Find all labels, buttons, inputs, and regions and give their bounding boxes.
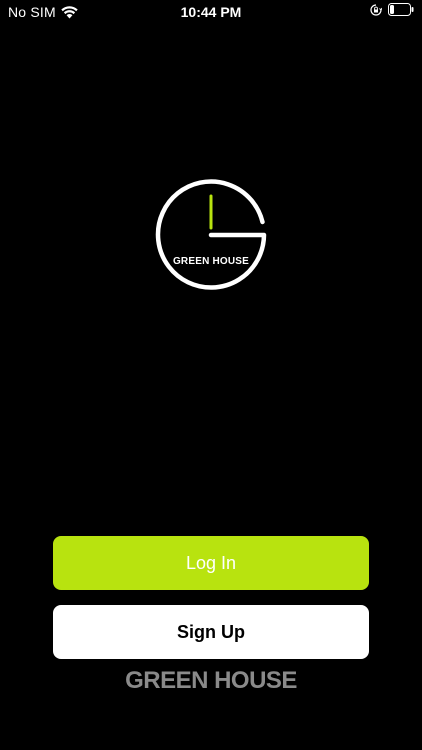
carrier-info: No SIM	[8, 4, 78, 20]
status-icons	[370, 3, 414, 16]
carrier-label: No SIM	[8, 4, 56, 20]
logo-text: GREEN HOUSE	[172, 256, 250, 267]
wifi-icon	[61, 5, 78, 19]
green-house-logo: GREEN HOUSE	[152, 178, 270, 296]
login-button[interactable]: Log In	[53, 536, 369, 590]
brand-footer-logo: GREEN HOUSE	[125, 667, 297, 694]
signup-button[interactable]: Sign Up	[53, 605, 369, 659]
status-bar: No SIM 10:44 PM	[0, 0, 422, 24]
orientation-lock-icon	[370, 3, 382, 16]
logo-mark	[155, 179, 267, 290]
battery-icon	[388, 3, 414, 16]
